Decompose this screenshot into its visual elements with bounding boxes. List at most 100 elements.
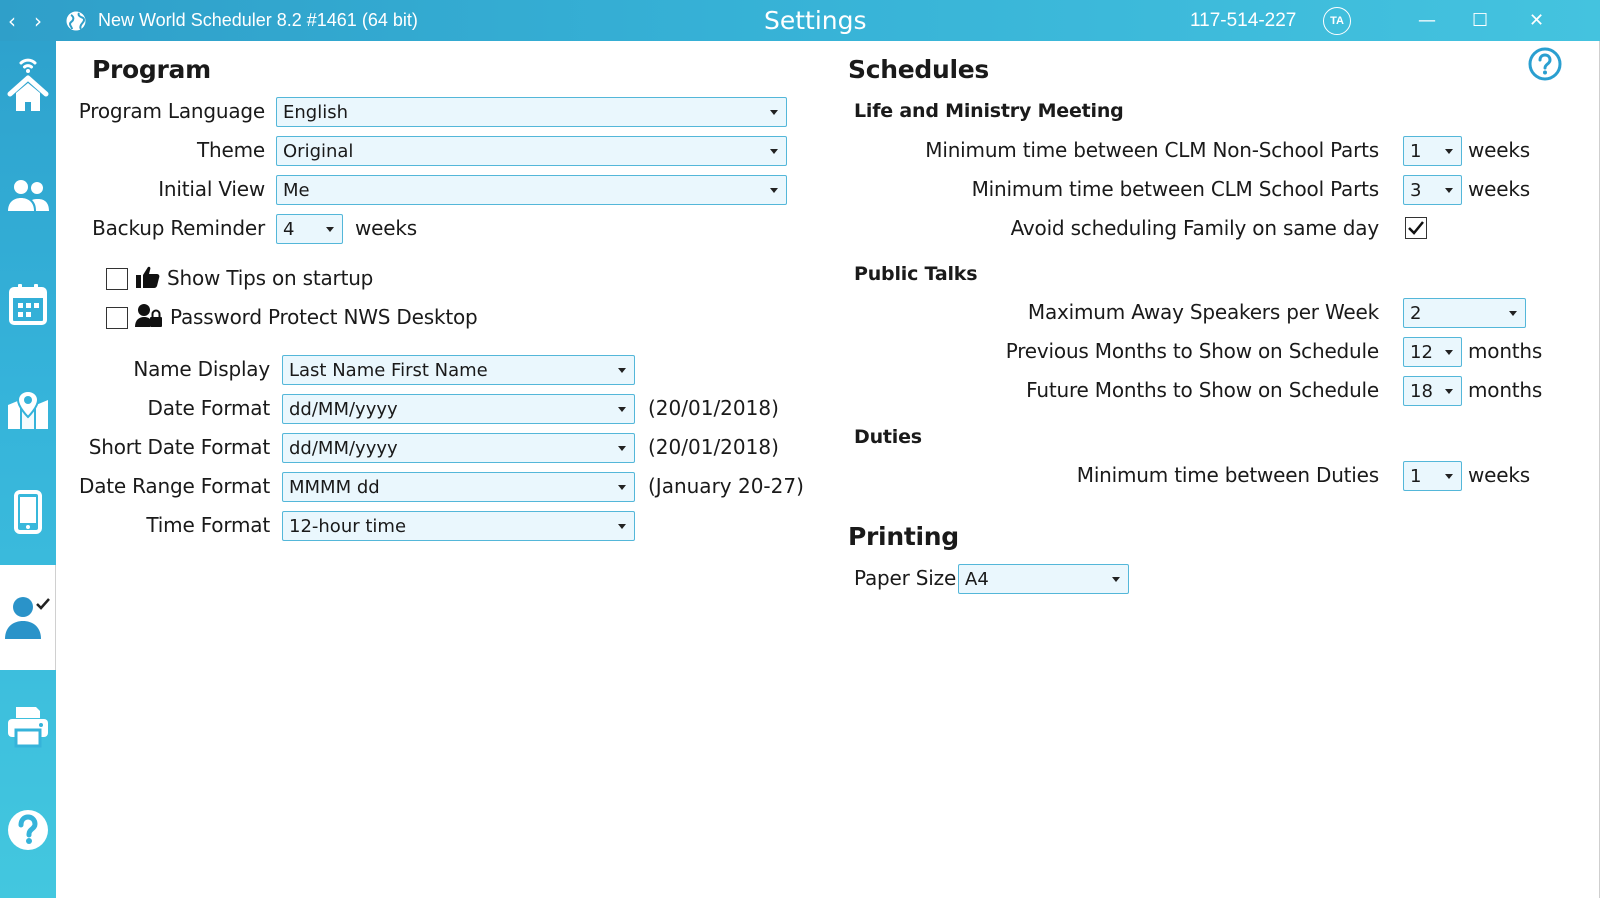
max-away-label: Maximum Away Speakers per Week	[1027, 300, 1379, 324]
close-button[interactable]: ✕	[1529, 0, 1544, 41]
window-title: Settings	[764, 6, 867, 35]
chevron-down-icon	[618, 406, 626, 412]
user-badge[interactable]: TA	[1323, 0, 1351, 41]
short-date-format-label: Short Date Format	[88, 435, 270, 459]
minimize-button[interactable]: —	[1418, 0, 1436, 41]
clm-school-unit: weeks	[1468, 177, 1530, 201]
paper-size-label: Paper Size	[854, 566, 957, 590]
chevron-down-icon	[770, 148, 778, 154]
program-language-label: Program Language	[78, 99, 265, 123]
public-talks-heading: Public Talks	[854, 263, 978, 285]
duties-unit: weeks	[1468, 463, 1530, 487]
duties-heading: Duties	[854, 426, 922, 448]
short-date-format-preview: (20/01/2018)	[648, 435, 779, 459]
people-icon	[8, 180, 49, 211]
theme-select[interactable]: Original	[276, 136, 787, 166]
user-check-icon	[4, 596, 50, 639]
chevron-down-icon	[1445, 187, 1453, 193]
paper-size-select[interactable]: A4	[958, 564, 1129, 594]
backup-reminder-select[interactable]: 4	[276, 214, 343, 244]
chevron-down-icon	[1445, 388, 1453, 394]
date-format-select[interactable]: dd/MM/yyyy	[282, 394, 635, 424]
forward-arrow-icon[interactable]: ›	[34, 0, 42, 41]
calendar-icon	[9, 284, 47, 325]
sidebar-item-calendar[interactable]	[0, 267, 56, 341]
password-protect-label: Password Protect NWS Desktop	[170, 305, 478, 329]
chevron-down-icon	[770, 109, 778, 115]
question-circle-icon	[1528, 47, 1562, 81]
sidebar-item-people[interactable]	[0, 161, 56, 231]
duties-label: Minimum time between Duties	[1076, 463, 1379, 487]
clm-heading: Life and Ministry Meeting	[854, 100, 1124, 122]
theme-label: Theme	[197, 138, 265, 162]
app-title: New World Scheduler 8.2 #1461 (64 bit)	[98, 10, 418, 30]
sidebar-item-home[interactable]	[0, 45, 56, 119]
clm-nonschool-label: Minimum time between CLM Non-School Part…	[925, 138, 1379, 162]
chevron-down-icon	[1445, 473, 1453, 479]
date-range-format-select[interactable]: MMMM dd	[282, 472, 635, 502]
schedules-heading: Schedules	[848, 55, 989, 84]
sidebar-item-print[interactable]	[0, 689, 56, 763]
future-months-unit: months	[1468, 378, 1543, 402]
show-tips-checkbox[interactable]	[106, 268, 128, 290]
short-date-format-select[interactable]: dd/MM/yyyy	[282, 433, 635, 463]
date-format-preview: (20/01/2018)	[648, 396, 779, 420]
sidebar-item-settings[interactable]	[0, 565, 56, 670]
maximize-button[interactable]: ☐	[1472, 0, 1488, 41]
max-away-select[interactable]: 2	[1403, 298, 1526, 328]
name-display-label: Name Display	[133, 357, 270, 381]
show-tips-label: Show Tips on startup	[167, 266, 374, 290]
chevron-down-icon	[1445, 148, 1453, 154]
mobile-icon	[14, 490, 42, 534]
session-id: 117-514-227	[1190, 9, 1297, 31]
backup-reminder-unit: weeks	[355, 216, 417, 240]
chevron-down-icon	[618, 523, 626, 529]
sidebar-item-help[interactable]	[0, 793, 56, 867]
time-format-select[interactable]: 12-hour time	[282, 511, 635, 541]
duties-select[interactable]: 1	[1403, 461, 1462, 491]
chevron-down-icon	[1112, 576, 1120, 582]
date-format-label: Date Format	[147, 396, 271, 420]
chevron-down-icon	[326, 226, 334, 232]
chevron-down-icon	[1445, 349, 1453, 355]
time-format-label: Time Format	[146, 513, 270, 537]
help-icon	[8, 810, 48, 850]
prev-months-unit: months	[1468, 339, 1543, 363]
clm-school-select[interactable]: 3	[1403, 175, 1462, 205]
prev-months-select[interactable]: 12	[1403, 337, 1462, 367]
prev-months-label: Previous Months to Show on Schedule	[1005, 339, 1379, 363]
avoid-family-label: Avoid scheduling Family on same day	[1010, 216, 1380, 240]
home-icon	[7, 58, 49, 111]
clm-nonschool-select[interactable]: 1	[1403, 136, 1462, 166]
password-protect-checkbox[interactable]	[106, 307, 128, 329]
chevron-down-icon	[770, 187, 778, 193]
chevron-down-icon	[1509, 310, 1517, 316]
settings-content: Program Program Language English Theme O…	[56, 41, 1600, 898]
initial-view-label: Initial View	[158, 177, 265, 201]
checkmark-icon	[1408, 221, 1424, 235]
sidebar-item-map[interactable]	[0, 373, 56, 447]
help-button[interactable]	[1528, 47, 1562, 86]
back-arrow-icon[interactable]: ‹	[8, 0, 16, 41]
chevron-down-icon	[618, 484, 626, 490]
user-lock-icon	[135, 303, 163, 334]
future-months-label: Future Months to Show on Schedule	[1026, 378, 1379, 402]
clm-nonschool-unit: weeks	[1468, 138, 1530, 162]
initial-view-select[interactable]: Me	[276, 175, 787, 205]
printer-icon	[8, 707, 48, 748]
program-language-select[interactable]: English	[276, 97, 787, 127]
user-initials: TA	[1323, 6, 1351, 35]
clm-school-label: Minimum time between CLM School Parts	[971, 177, 1380, 201]
title-bar: ‹ › New World Scheduler 8.2 #1461 (64 bi…	[0, 0, 1600, 41]
avoid-family-checkbox[interactable]	[1405, 217, 1427, 239]
thumbs-up-icon	[135, 264, 161, 295]
globe-icon	[64, 0, 88, 41]
map-icon	[8, 389, 48, 429]
chevron-down-icon	[618, 367, 626, 373]
name-display-select[interactable]: Last Name First Name	[282, 355, 635, 385]
sidebar-item-mobile[interactable]	[0, 475, 56, 549]
printing-heading: Printing	[848, 522, 959, 551]
future-months-select[interactable]: 18	[1403, 376, 1462, 406]
sidebar	[0, 41, 56, 898]
date-range-format-preview: (January 20-27)	[648, 474, 804, 498]
